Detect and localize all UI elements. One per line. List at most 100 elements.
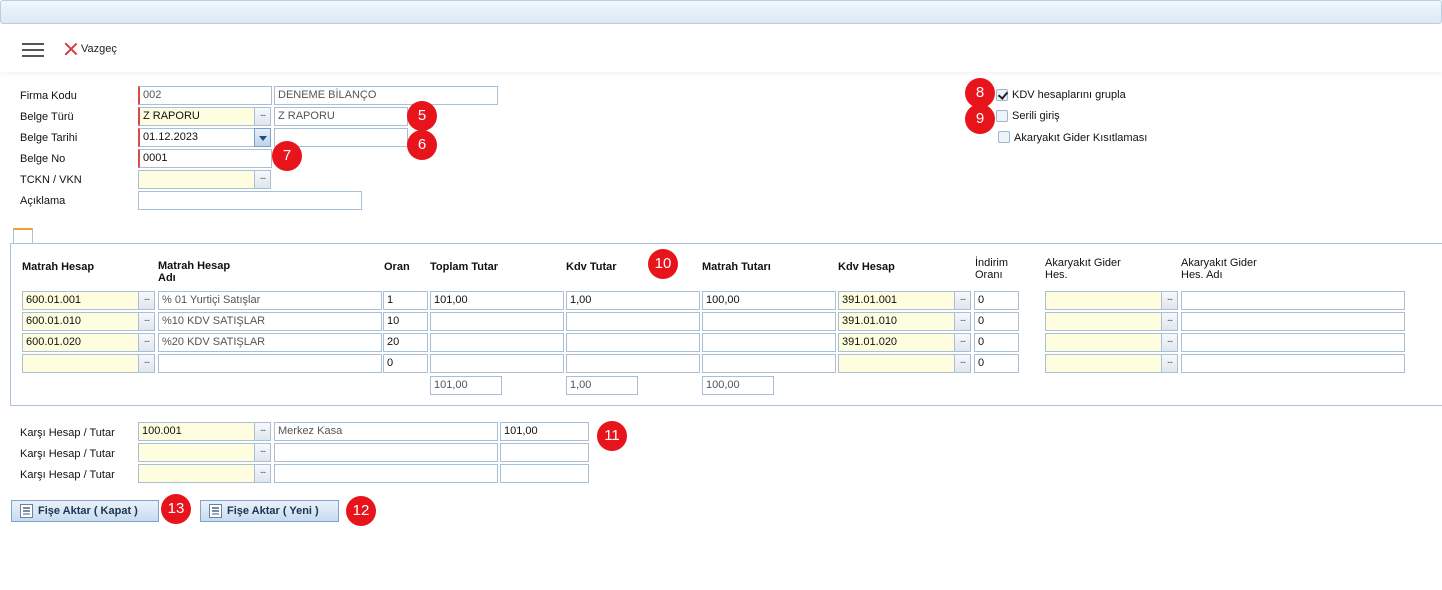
row2-matrah-adi: %10 KDV SATIŞLAR (158, 312, 382, 331)
fise-aktar-yeni-button[interactable]: Fişe Aktar ( Yeni ) (200, 500, 339, 522)
row4-akaryakit-adi (1181, 354, 1405, 373)
row2-akaryakit-adi (1181, 312, 1405, 331)
row4-oran[interactable]: 0 (383, 354, 428, 373)
fise-aktar-yeni-label: Fişe Aktar ( Yeni ) (227, 505, 319, 517)
col-matrah-hesap-adi-1: Matrah Hesap (158, 260, 231, 272)
row3-akaryakit-hes[interactable] (1045, 333, 1163, 352)
row4-toplam-tutar[interactable] (430, 354, 564, 373)
row4-kdv-lookup[interactable]: ... (954, 354, 971, 373)
serili-giris-checkbox[interactable] (996, 110, 1008, 122)
kdv-group-checkbox[interactable] (996, 89, 1008, 101)
row2-matrah-hesap[interactable]: 600.01.010 (22, 312, 140, 331)
row2-akaryakit-lookup[interactable]: ... (1161, 312, 1178, 331)
aciklama-field[interactable] (138, 191, 362, 210)
annotation-badge-12: 12 (346, 496, 376, 526)
col-oran: Oran (384, 261, 410, 273)
col-kdv-tutar: Kdv Tutar (566, 261, 617, 273)
akaryakit-kisit-checkbox[interactable] (998, 131, 1010, 143)
karsi-tutar-1[interactable]: 101,00 (500, 422, 589, 441)
row1-matrah-hesap[interactable]: 600.01.001 (22, 291, 140, 310)
karsi-tutar-2[interactable] (500, 443, 589, 462)
annotation-badge-9: 9 (965, 104, 995, 134)
row1-kdv-lookup[interactable]: ... (954, 291, 971, 310)
row3-akaryakit-adi (1181, 333, 1405, 352)
row1-akaryakit-lookup[interactable]: ... (1161, 291, 1178, 310)
annotation-badge-13: 13 (161, 494, 191, 524)
row4-indirim[interactable]: 0 (974, 354, 1019, 373)
cancel-button[interactable]: Vazgeç (81, 43, 117, 55)
karsi-hesap-label-1: Karşı Hesap / Tutar (20, 427, 115, 439)
row1-indirim[interactable]: 0 (974, 291, 1019, 310)
row3-matrah-lookup[interactable]: ... (138, 333, 155, 352)
row1-oran[interactable]: 1 (383, 291, 428, 310)
hamburger-menu-icon[interactable] (22, 43, 44, 57)
row4-kdv-hesap[interactable] (838, 354, 956, 373)
tckn-lookup-button[interactable]: ... (254, 170, 271, 189)
row2-akaryakit-hes[interactable] (1045, 312, 1163, 331)
row1-toplam-tutar[interactable]: 101,00 (430, 291, 564, 310)
firma-adi-field: DENEME BİLANÇO (274, 86, 498, 105)
row1-akaryakit-hes[interactable] (1045, 291, 1163, 310)
row1-matrah-tutari[interactable]: 100,00 (702, 291, 836, 310)
karsi-hesap-adi-2 (274, 443, 498, 462)
tckn-field[interactable] (138, 170, 255, 189)
row1-kdv-hesap[interactable]: 391.01.001 (838, 291, 956, 310)
fise-aktar-kapat-button[interactable]: Fişe Aktar ( Kapat ) (11, 500, 159, 522)
row4-matrah-lookup[interactable]: ... (138, 354, 155, 373)
row3-indirim[interactable]: 0 (974, 333, 1019, 352)
row3-akaryakit-lookup[interactable]: ... (1161, 333, 1178, 352)
row4-matrah-tutari[interactable] (702, 354, 836, 373)
row2-kdv-hesap[interactable]: 391.01.010 (838, 312, 956, 331)
row2-kdv-lookup[interactable]: ... (954, 312, 971, 331)
col-matrah-tutari: Matrah Tutarı (702, 261, 771, 273)
grid-tab[interactable] (13, 228, 33, 244)
karsi-hesap-1[interactable]: 100.001 (138, 422, 256, 441)
row2-toplam-tutar[interactable] (430, 312, 564, 331)
row3-kdv-hesap[interactable]: 391.01.020 (838, 333, 956, 352)
toolbar (0, 26, 1442, 72)
total-kdv-tutar: 1,00 (566, 376, 638, 395)
window-title-bar (0, 0, 1442, 24)
row3-oran[interactable]: 20 (383, 333, 428, 352)
row1-matrah-lookup[interactable]: ... (138, 291, 155, 310)
col-akaryakit-adi-1: Akaryakıt Gider (1181, 257, 1257, 269)
row4-kdv-tutar[interactable] (566, 354, 700, 373)
serili-giris-label: Serili giriş (1012, 110, 1060, 122)
close-icon[interactable] (64, 42, 77, 55)
row1-matrah-adi: % 01 Yurtiçi Satışlar (158, 291, 382, 310)
belge-turu-lookup-button[interactable]: ... (254, 107, 271, 126)
annotation-badge-7: 7 (272, 141, 302, 171)
row3-kdv-lookup[interactable]: ... (954, 333, 971, 352)
belge-turu-field[interactable]: Z RAPORU (138, 107, 255, 126)
date-dropdown-icon[interactable] (254, 128, 271, 147)
row4-matrah-hesap[interactable] (22, 354, 140, 373)
row3-kdv-tutar[interactable] (566, 333, 700, 352)
karsi-hesap-3[interactable] (138, 464, 256, 483)
belge-no-field[interactable]: 0001 (138, 149, 272, 168)
row2-matrah-lookup[interactable]: ... (138, 312, 155, 331)
annotation-badge-10: 10 (648, 249, 678, 279)
karsi-tutar-3[interactable] (500, 464, 589, 483)
row4-akaryakit-hes[interactable] (1045, 354, 1163, 373)
karsi-hesap-lookup-1[interactable]: ... (254, 422, 271, 441)
row3-matrah-hesap[interactable]: 600.01.020 (22, 333, 140, 352)
col-akaryakit-adi-2: Hes. Adı (1181, 269, 1223, 281)
firma-kodu-field[interactable]: 002 (138, 86, 272, 105)
karsi-hesap-lookup-3[interactable]: ... (254, 464, 271, 483)
aciklama-label: Açıklama (20, 195, 66, 207)
karsi-hesap-2[interactable] (138, 443, 256, 462)
row3-toplam-tutar[interactable] (430, 333, 564, 352)
row3-matrah-tutari[interactable] (702, 333, 836, 352)
col-matrah-hesap: Matrah Hesap (22, 261, 95, 273)
row2-matrah-tutari[interactable] (702, 312, 836, 331)
belge-tarihi-label: Belge Tarihi (20, 132, 78, 144)
row2-kdv-tutar[interactable] (566, 312, 700, 331)
row2-oran[interactable]: 10 (383, 312, 428, 331)
row4-akaryakit-lookup[interactable]: ... (1161, 354, 1178, 373)
row2-indirim[interactable]: 0 (974, 312, 1019, 331)
kdv-group-label: KDV hesaplarını grupla (1012, 89, 1126, 101)
row4-matrah-adi (158, 354, 382, 373)
karsi-hesap-lookup-2[interactable]: ... (254, 443, 271, 462)
belge-tarihi-field[interactable]: 01.12.2023 (138, 128, 255, 147)
row1-kdv-tutar[interactable]: 1,00 (566, 291, 700, 310)
